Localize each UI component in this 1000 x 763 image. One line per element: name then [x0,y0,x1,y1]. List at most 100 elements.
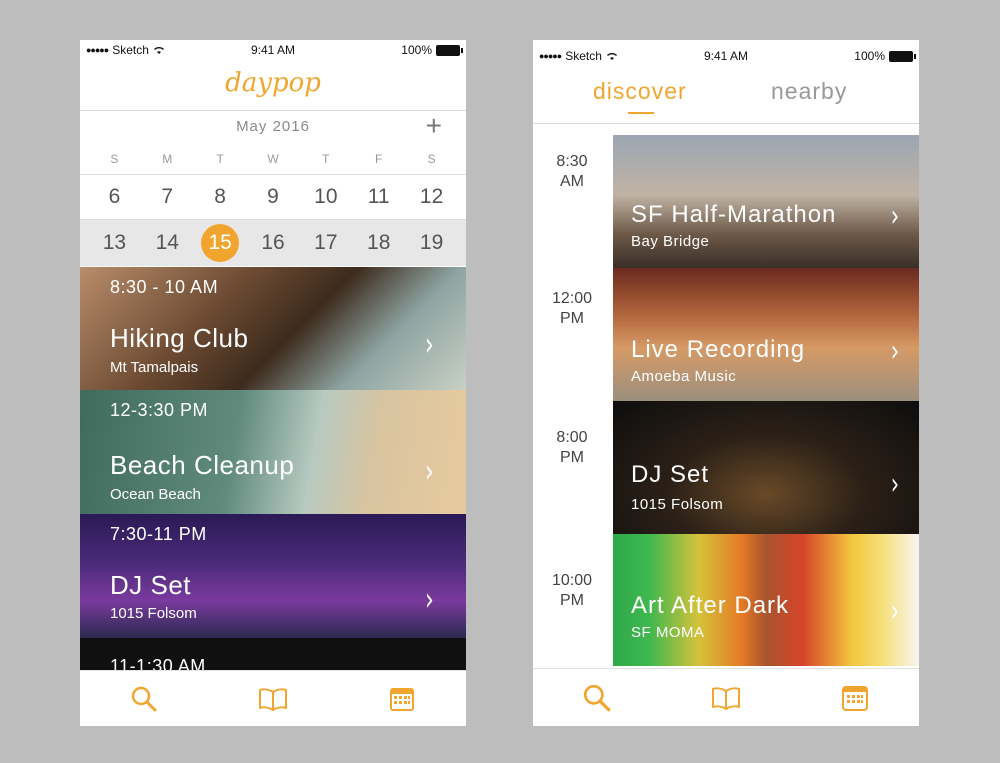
add-event-button[interactable]: + [426,112,442,140]
event-location: 1015 Folsom [110,605,197,622]
tab-discover[interactable]: discover [593,78,687,105]
weekday-label: S [427,152,436,166]
event-location: Mt Tamalpais [110,359,199,376]
event-card[interactable]: 7:30-11 PM DJ Set 1015 Folsom › [80,514,466,638]
event-card[interactable]: DJ Set 1015 Folsom › [613,401,919,534]
weekday-header: S M T W T F S [80,152,466,168]
tab-search[interactable] [80,671,209,726]
time-slot-hour: 8:00 [556,429,588,446]
time-slot-period: PM [560,310,584,327]
battery-percent: 100% [401,43,432,57]
time-slot: 10:00 PM [533,571,611,611]
calendar-day[interactable]: 17 [299,231,352,255]
calendar-week-row: 6 7 8 9 10 11 12 [80,174,466,220]
calendar-day[interactable]: 10 [299,185,352,209]
battery-percent: 100% [854,49,885,63]
chevron-right-icon: › [425,580,435,618]
calendar-day-selected[interactable]: 15 [201,224,240,262]
calendar-day[interactable]: 6 [88,185,141,209]
event-location: SF MOMA [631,624,705,641]
weekday-label: F [375,152,383,166]
event-location: Amoeba Music [631,368,737,385]
battery-icon [889,50,916,62]
calendar-day[interactable]: 8 [194,185,247,209]
event-card[interactable]: 8:30 - 10 AM Hiking Club Mt Tamalpais › [80,267,466,390]
weekday-label: M [162,152,173,166]
time-slot: 8:00 PM [533,428,611,468]
chevron-right-icon: › [425,325,435,363]
tab-search[interactable] [533,669,662,726]
month-label: May 2016 [236,118,310,135]
weekday-label: S [110,152,119,166]
time-slot-hour: 12:00 [551,290,593,307]
event-title: Beach Cleanup [110,450,295,480]
event-title: Art After Dark [631,592,790,619]
tab-saved[interactable] [662,669,791,726]
weekday-label: T [216,152,224,166]
event-card[interactable]: Art After Dark SF MOMA › [613,534,919,666]
time-slot-hour: 8:30 [556,153,588,170]
calendar-day[interactable]: 11 [352,185,405,209]
calendar-day[interactable]: 12 [405,185,458,209]
active-tab-indicator [628,112,654,114]
tab-nearby[interactable]: nearby [771,78,847,105]
time-slot: 8:30 AM [533,152,611,192]
bottom-tab-bar [533,668,919,726]
event-title: SF Half-Marathon [631,201,837,228]
tab-calendar[interactable] [790,669,919,726]
calendar-icon [389,687,414,711]
chevron-right-icon: › [890,199,900,234]
status-bar: ●●●●● Sketch 9:41 AM 100% [80,40,466,60]
bottom-tab-bar [80,670,466,726]
calendar-week-row: 13 14 15 16 17 18 19 [80,220,466,266]
weekday-label: T [322,152,330,166]
event-time: 8:30 - 10 AM [110,277,219,297]
calendar-icon [841,685,868,711]
time-slot: 12:00 PM [533,289,611,329]
event-time: 12-3:30 PM [110,400,209,420]
status-bar: ●●●●● Sketch 9:41 AM 100% [533,46,919,66]
time-slot-period: PM [560,449,584,466]
book-icon [258,687,287,711]
chevron-right-icon: › [890,334,900,369]
calendar-day[interactable]: 19 [405,231,458,255]
header-divider [80,110,466,111]
phone-screen-calendar: ●●●●● Sketch 9:41 AM 100% daypop May 201… [80,40,466,726]
tab-saved[interactable] [209,671,338,726]
event-location: Ocean Beach [110,486,201,503]
event-card[interactable]: SF Half-Marathon Bay Bridge › [613,135,919,268]
weekday-label: W [267,152,279,166]
event-card[interactable]: 11-1:30 AM [80,638,466,670]
phone-screen-discover: ●●●●● Sketch 9:41 AM 100% discover nearb… [533,40,919,726]
event-time: 11-1:30 AM [110,656,206,670]
event-card[interactable]: 12-3:30 PM Beach Cleanup Ocean Beach › [80,390,466,514]
event-title: Hiking Club [110,323,249,353]
segment-tabs: discover nearby [533,76,919,116]
search-icon [132,686,157,711]
event-location: Bay Bridge [631,233,710,250]
chevron-right-icon: › [890,467,900,502]
time-slot-period: PM [560,592,584,609]
event-time: 7:30-11 PM [110,524,207,544]
app-logo: daypop [225,68,321,98]
calendar-day[interactable]: 13 [88,231,141,255]
event-title: Live Recording [631,336,806,363]
calendar-day[interactable]: 14 [141,231,194,255]
event-card[interactable]: Live Recording Amoeba Music › [613,268,919,401]
calendar-day[interactable]: 18 [352,231,405,255]
header-divider [533,123,919,124]
calendar-day[interactable]: 9 [247,185,300,209]
chevron-right-icon: › [425,452,435,490]
time-slot-period: AM [560,173,584,190]
battery-icon [436,44,463,56]
tab-calendar[interactable] [337,671,466,726]
event-title: DJ Set [110,570,192,600]
month-header: May 2016 + [80,112,466,142]
chevron-right-icon: › [890,594,900,629]
event-location: 1015 Folsom [631,496,724,513]
time-slot-hour: 10:00 [551,572,593,589]
calendar-day[interactable]: 16 [247,231,300,255]
book-icon [711,686,740,710]
calendar-day[interactable]: 7 [141,185,194,209]
event-title: DJ Set [631,461,710,488]
